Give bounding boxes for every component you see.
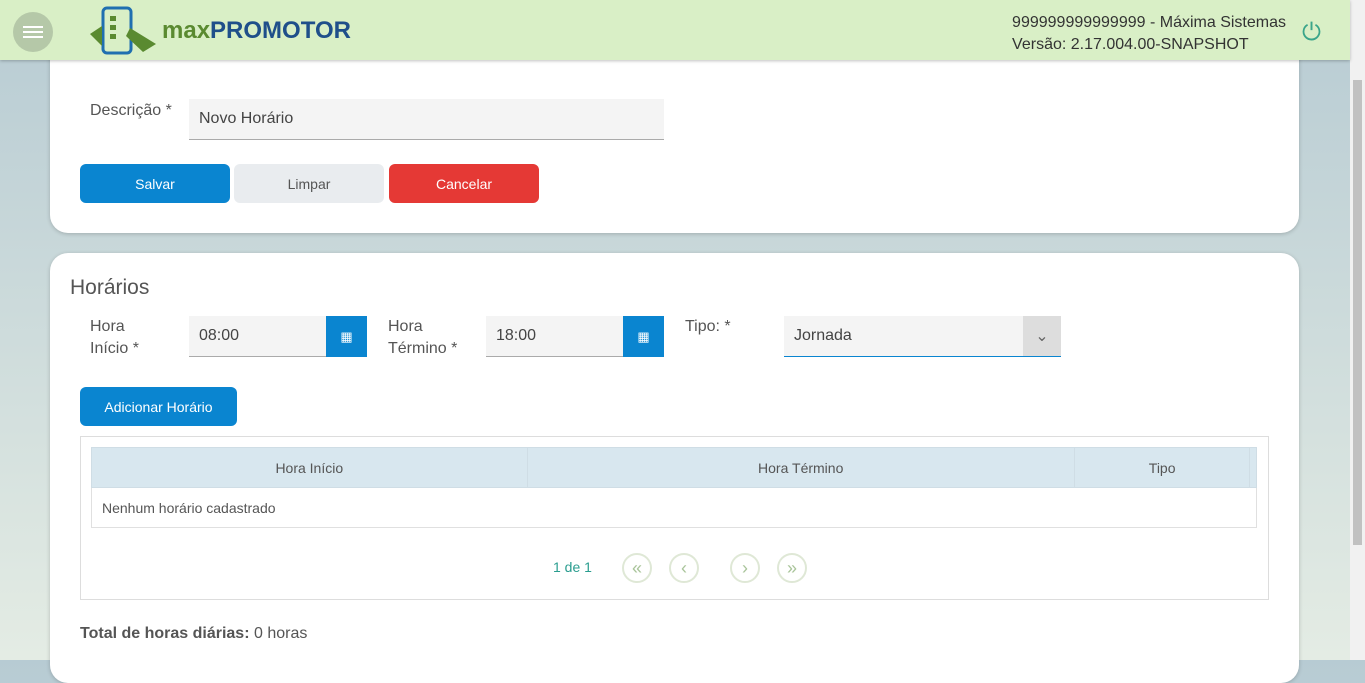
hora-termino-input[interactable]: 18:00 <box>486 316 623 357</box>
last-page-icon[interactable]: » <box>777 553 807 583</box>
top-bar: max PROMOTOR 999999999999999 - Máxima Sis… <box>0 0 1350 60</box>
power-icon[interactable]: ⏻ <box>1302 19 1321 47</box>
descricao-input[interactable]: Novo Horário <box>189 99 664 140</box>
chevron-down-icon[interactable]: ⌄ <box>1023 316 1061 356</box>
page-indicator: 1 de 1 <box>553 559 592 575</box>
calendar-icon[interactable]: ▦ <box>326 316 367 357</box>
section-title: Horários <box>70 276 150 299</box>
next-page-icon[interactable]: › <box>730 553 760 583</box>
logo: max PROMOTOR <box>88 6 351 56</box>
table-row: Nenhum horário cadastrado <box>91 487 1257 528</box>
horarios-card: Horários Hora Início * 08:00 ▦ Hora Térm… <box>50 253 1299 683</box>
horarios-table-panel: Hora Início Hora Término Tipo Nenhum horár… <box>80 436 1269 600</box>
menu-button[interactable] <box>13 12 53 52</box>
calendar-icon[interactable]: ▦ <box>623 316 664 357</box>
clear-button[interactable]: Limpar <box>234 164 384 203</box>
prev-page-icon[interactable]: ‹ <box>669 553 699 583</box>
hora-inicio-input[interactable]: 08:00 <box>189 316 326 357</box>
user-info: 999999999999999 - Máxima Sistemas Versão:… <box>1012 14 1286 53</box>
scrollbar[interactable] <box>1350 0 1365 660</box>
hamburger-icon <box>23 26 43 28</box>
total-hours: Total de horas diárias: 0 horas <box>80 625 308 642</box>
first-page-icon[interactable]: « <box>622 553 652 583</box>
form-card: Descrição * Novo Horário Salvar Limpar C… <box>50 40 1299 233</box>
horarios-table: Hora Início Hora Término Tipo Nenhum horár… <box>91 447 1257 528</box>
save-button[interactable]: Salvar <box>80 164 230 203</box>
tipo-select[interactable]: Jornada <box>784 316 1061 357</box>
cancel-button[interactable]: Cancelar <box>389 164 539 203</box>
phone-checklist-icon <box>90 6 156 55</box>
add-horario-button[interactable]: Adicionar Horário <box>80 387 237 426</box>
